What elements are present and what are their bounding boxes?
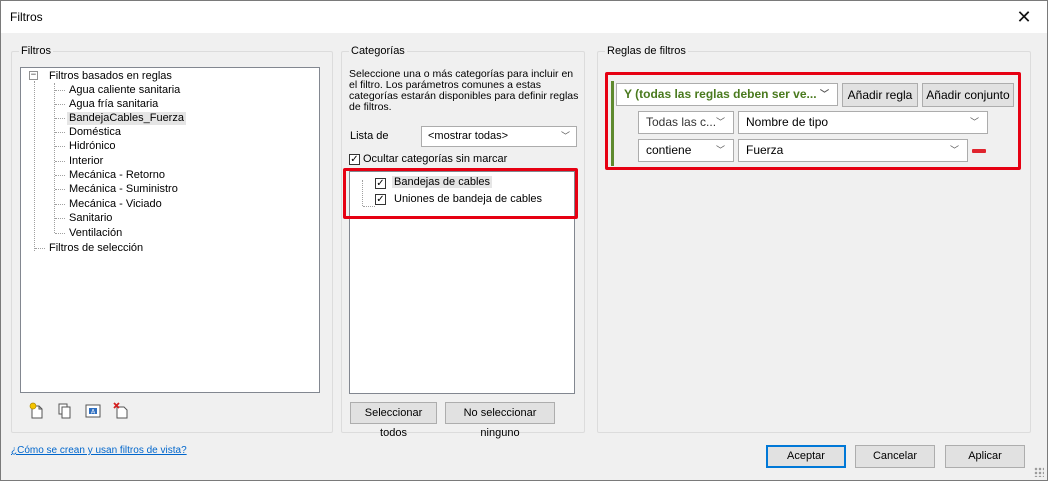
- delete-filter-icon[interactable]: [112, 402, 130, 420]
- chevron-down-icon: ﹀: [560, 131, 570, 141]
- tree-connector: [55, 218, 65, 219]
- select-none-button[interactable]: No seleccionar ninguno: [445, 402, 555, 439]
- tree-item-sanitario[interactable]: Sanitario: [69, 212, 112, 225]
- tree-connector: [55, 204, 65, 205]
- hide-unchecked-checkbox[interactable]: ✓: [349, 154, 360, 165]
- cancel-button[interactable]: Cancelar: [855, 445, 935, 468]
- apply-button[interactable]: Aplicar: [945, 445, 1025, 468]
- tree-item-mecanica-retorno[interactable]: Mecánica - Retorno: [69, 169, 165, 182]
- tree-line: [34, 81, 35, 251]
- highlight-frame-rules: [605, 72, 1021, 170]
- tree-item-hidronico[interactable]: Hidrónico: [69, 140, 115, 153]
- tree-connector: [55, 161, 65, 162]
- filter-rules-group-title: Reglas de filtros: [605, 45, 688, 57]
- tree-item-agua-fria[interactable]: Agua fría sanitaria: [69, 98, 158, 111]
- tree-item-mecanica-viciado[interactable]: Mecánica - Viciado: [69, 198, 162, 211]
- filters-tree[interactable]: − Filtros basados en reglas Agua calient…: [20, 67, 320, 393]
- tree-connector: [55, 90, 65, 91]
- tree-line: [54, 83, 55, 233]
- duplicate-icon[interactable]: [56, 402, 74, 420]
- tree-item-mecanica-suministro[interactable]: Mecánica - Suministro: [69, 183, 178, 196]
- tree-connector: [55, 189, 65, 190]
- window-title: Filtros: [10, 10, 43, 24]
- ok-button[interactable]: Aceptar: [766, 445, 846, 468]
- rename-icon[interactable]: A: [84, 402, 102, 420]
- close-icon[interactable]: ✕: [1001, 1, 1047, 33]
- categories-group-title: Categorías: [349, 45, 407, 57]
- new-filter-icon[interactable]: [28, 402, 46, 420]
- tree-item-bandejacables-fuerza[interactable]: BandejaCables_Fuerza: [67, 112, 186, 125]
- filters-group-title: Filtros: [19, 45, 53, 57]
- hide-unchecked-label: Ocultar categorías sin marcar: [363, 153, 508, 165]
- resize-grip[interactable]: [1034, 467, 1044, 477]
- list-label: Lista de: [350, 130, 389, 142]
- tree-connector: [55, 104, 65, 105]
- select-all-button[interactable]: Seleccionar todos: [350, 402, 437, 439]
- filters-dialog: Filtros ✕ Filtros − Filtros basados en r…: [0, 0, 1048, 481]
- tree-connector: [35, 248, 45, 249]
- tree-item-interior[interactable]: Interior: [69, 155, 103, 168]
- tree-connector: [55, 132, 65, 133]
- category-list-select[interactable]: <mostrar todas> ﹀: [421, 126, 577, 147]
- tree-root-selection[interactable]: Filtros de selección: [49, 242, 143, 255]
- categories-description: Seleccione una o más categorías para inc…: [349, 68, 579, 113]
- tree-connector: [55, 233, 65, 234]
- tree-item-agua-caliente[interactable]: Agua caliente sanitaria: [69, 84, 180, 97]
- tree-item-ventilacion[interactable]: Ventilación: [69, 227, 122, 240]
- tree-item-domestica[interactable]: Doméstica: [69, 126, 121, 139]
- tree-root-rule-based[interactable]: Filtros basados en reglas: [49, 70, 172, 83]
- highlight-frame-categories: [343, 168, 578, 219]
- tree-connector: [55, 175, 65, 176]
- collapse-icon[interactable]: −: [29, 71, 38, 80]
- help-link[interactable]: ¿Cómo se crean y usan filtros de vista?: [11, 445, 187, 456]
- tree-connector: [55, 146, 65, 147]
- title-bar: Filtros ✕: [1, 1, 1047, 33]
- tree-connector: [55, 118, 65, 119]
- category-list-value: <mostrar todas>: [428, 130, 509, 142]
